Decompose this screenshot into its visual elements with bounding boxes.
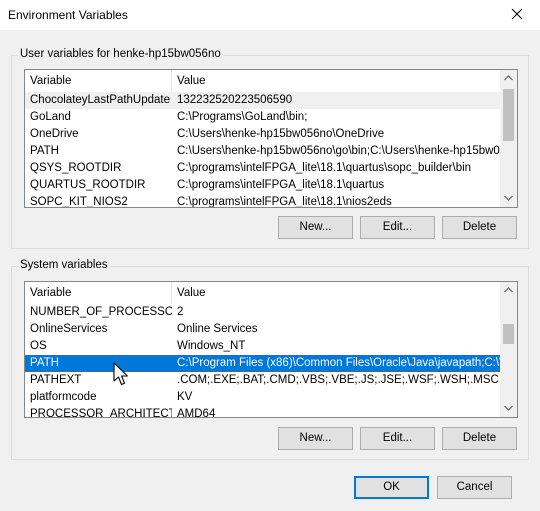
list-item[interactable]: OnlineServices Online Services	[25, 321, 502, 338]
ok-button[interactable]: OK	[354, 476, 429, 499]
chevron-down-icon	[504, 405, 513, 411]
user-list-scrollbar[interactable]	[500, 70, 517, 207]
system-variables-group: System variables Variable Value NUMBER_O…	[11, 259, 529, 460]
chevron-up-icon	[504, 75, 513, 81]
system-edit-button[interactable]: Edit...	[360, 427, 435, 450]
column-header-value[interactable]: Value	[172, 70, 502, 92]
list-item[interactable]: OS Windows_NT	[25, 338, 502, 355]
system-variables-list[interactable]: Variable Value NUMBER_OF_PROCESSORS 2 On…	[24, 281, 518, 418]
scroll-down-button[interactable]	[500, 190, 517, 207]
mouse-cursor-icon	[113, 362, 129, 386]
list-item[interactable]: QUARTUS_ROOTDIR C:\programs\intelFPGA_li…	[25, 177, 502, 194]
list-item[interactable]: SOPC_KIT_NIOS2 C:\programs\intelFPGA_lit…	[25, 194, 502, 207]
cancel-button[interactable]: Cancel	[437, 476, 512, 499]
scroll-thumb[interactable]	[503, 89, 514, 141]
list-item[interactable]: platformcode KV	[25, 389, 502, 406]
list-item[interactable]: QSYS_ROOTDIR C:\programs\intelFPGA_lite\…	[25, 160, 502, 177]
list-item[interactable]: GoLand C:\Programs\GoLand\bin;	[25, 109, 502, 126]
user-delete-button[interactable]: Delete	[442, 216, 517, 239]
list-item[interactable]: ChocolateyLastPathUpdate 132232520223506…	[25, 92, 502, 109]
system-delete-button[interactable]: Delete	[442, 427, 517, 450]
title-bar: Environment Variables	[0, 0, 540, 30]
system-list-header: Variable Value	[25, 282, 502, 304]
user-list-header: Variable Value	[25, 70, 502, 92]
close-button[interactable]	[496, 0, 540, 30]
environment-variables-dialog: Environment Variables User variables for…	[0, 0, 540, 511]
user-new-button[interactable]: New...	[278, 216, 353, 239]
scroll-up-button[interactable]	[500, 282, 517, 299]
system-new-button[interactable]: New...	[278, 427, 353, 450]
scroll-thumb[interactable]	[503, 324, 514, 344]
list-item[interactable]: OneDrive C:\Users\henke-hp15bw056no\OneD…	[25, 126, 502, 143]
user-edit-button[interactable]: Edit...	[360, 216, 435, 239]
list-item[interactable]: PROCESSOR_ARCHITECTURE AMD64	[25, 406, 502, 417]
column-header-variable[interactable]: Variable	[25, 70, 172, 92]
list-item[interactable]: PATHEXT .COM;.EXE;.BAT;.CMD;.VBS;.VBE;.J…	[25, 372, 502, 389]
close-icon	[511, 8, 523, 20]
window-title: Environment Variables	[8, 8, 128, 22]
list-item[interactable]: NUMBER_OF_PROCESSORS 2	[25, 304, 502, 321]
system-variables-label: System variables	[18, 259, 110, 271]
user-variables-group: User variables for henke-hp15bw056no Var…	[11, 48, 529, 249]
column-header-variable[interactable]: Variable	[25, 282, 172, 304]
system-list-scrollbar[interactable]	[500, 282, 517, 417]
user-variables-label: User variables for henke-hp15bw056no	[18, 48, 223, 60]
list-item-selected[interactable]: PATH C:\Program Files (x86)\Common Files…	[25, 355, 502, 372]
scroll-up-button[interactable]	[500, 70, 517, 87]
scroll-down-button[interactable]	[500, 400, 517, 417]
list-item[interactable]: PATH C:\Users\henke-hp15bw056no\go\bin;C…	[25, 143, 502, 160]
user-variables-list[interactable]: Variable Value ChocolateyLastPathUpdate …	[24, 69, 518, 208]
chevron-down-icon	[504, 195, 513, 201]
chevron-up-icon	[504, 287, 513, 293]
column-header-value[interactable]: Value	[172, 282, 502, 304]
